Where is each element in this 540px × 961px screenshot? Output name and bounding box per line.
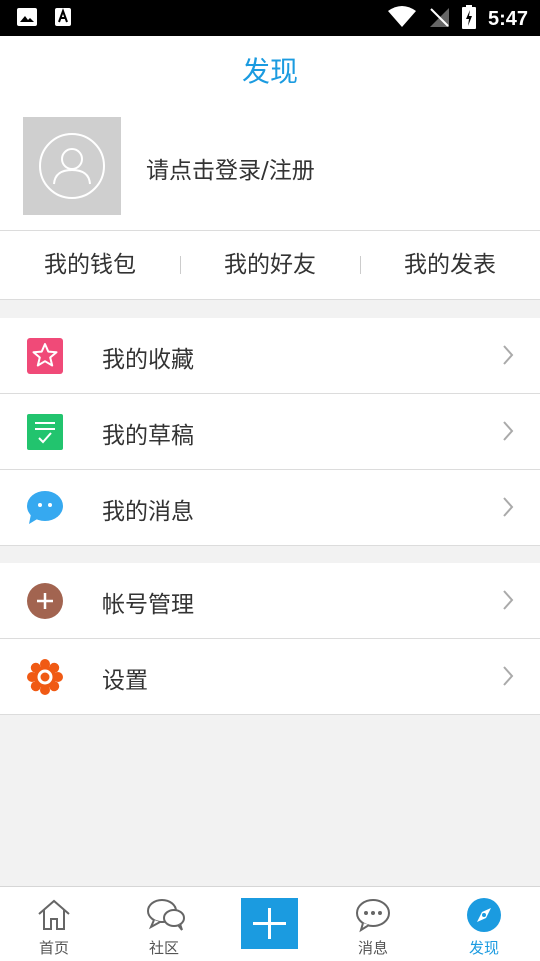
- menu-item-label: 我的消息: [102, 499, 194, 525]
- menu-item-settings[interactable]: 设置: [0, 639, 540, 715]
- tab-label: 首页: [38, 939, 69, 957]
- menu-item-drafts[interactable]: 我的草稿: [0, 394, 540, 470]
- status-bar: 5:47: [0, 0, 540, 36]
- bottom-tab-bar: 首页 社区 消息 发现: [0, 886, 540, 961]
- clock: 5:47: [487, 7, 528, 30]
- message-bubble-icon: [27, 490, 63, 526]
- my-posts-button[interactable]: 我的发表: [360, 231, 540, 299]
- menu-item-label: 我的草稿: [102, 423, 194, 449]
- profile-login[interactable]: 请点击登录/注册: [0, 102, 540, 231]
- tab-community[interactable]: 社区: [110, 887, 218, 961]
- shortcut-bar: 我的钱包 我的好友 我的发表: [0, 231, 540, 300]
- user-icon: [39, 133, 105, 199]
- gear-icon: [27, 659, 63, 695]
- chevron-right-icon: [502, 420, 514, 446]
- publish-plus-button[interactable]: [241, 898, 298, 949]
- login-register-link[interactable]: 请点击登录/注册: [146, 151, 315, 185]
- tab-label: 消息: [357, 939, 388, 957]
- menu-item-label: 我的收藏: [102, 347, 194, 373]
- tab-messages[interactable]: 消息: [319, 887, 427, 961]
- wallet-button[interactable]: 我的钱包: [0, 231, 180, 299]
- text-notification-icon: [54, 7, 72, 31]
- tab-discover[interactable]: 发现: [430, 887, 538, 961]
- avatar[interactable]: [23, 117, 121, 215]
- chat-icon: [356, 899, 390, 933]
- page-title: 发现: [241, 55, 298, 88]
- tab-label: 社区: [148, 939, 179, 957]
- draft-icon: [27, 414, 63, 450]
- star-icon: [27, 338, 63, 374]
- no-signal-icon: [428, 6, 450, 32]
- menu-item-label: 帐号管理: [102, 592, 194, 618]
- menu-item-favorites[interactable]: 我的收藏: [0, 318, 540, 394]
- menu-group-account: 帐号管理 设置: [0, 563, 540, 715]
- plus-circle-icon: [27, 583, 63, 619]
- chevron-right-icon: [502, 496, 514, 522]
- community-icon: [147, 899, 185, 931]
- tab-label: 发现: [468, 939, 499, 957]
- header: 发现: [0, 36, 540, 102]
- tab-home[interactable]: 首页: [0, 887, 108, 961]
- menu-item-account-management[interactable]: 帐号管理: [0, 563, 540, 639]
- menu-item-label: 设置: [102, 668, 148, 694]
- wifi-icon: [387, 6, 416, 32]
- menu-item-messages[interactable]: 我的消息: [0, 470, 540, 546]
- friends-button[interactable]: 我的好友: [180, 231, 360, 299]
- compass-icon: [467, 898, 501, 932]
- chevron-right-icon: [502, 665, 514, 691]
- battery-charging-icon: [461, 5, 476, 33]
- home-icon: [38, 899, 70, 930]
- image-notification-icon: [16, 7, 38, 31]
- chevron-right-icon: [502, 344, 514, 370]
- menu-group-personal: 我的收藏 我的草稿 我的消息: [0, 318, 540, 546]
- plus-icon: [253, 908, 286, 939]
- chevron-right-icon: [502, 589, 514, 615]
